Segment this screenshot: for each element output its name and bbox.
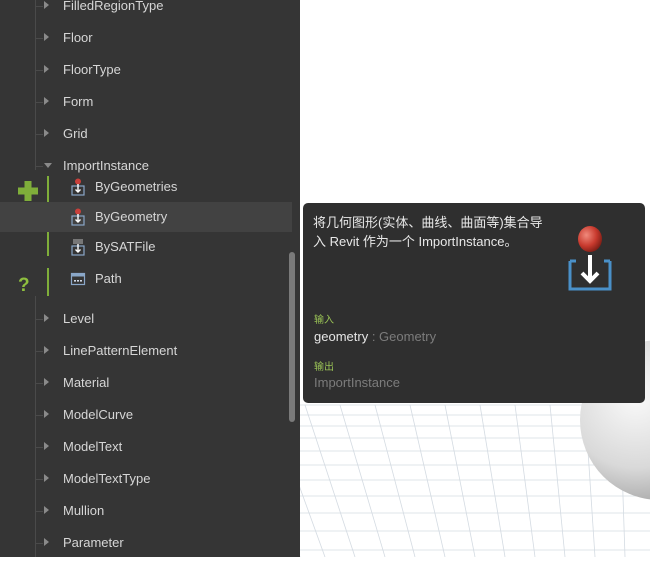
node-create-icon	[71, 178, 85, 196]
node-item-path[interactable]: Path	[0, 264, 292, 294]
node-description: 将几何图形(实体、曲线、曲面等)集合导入 Revit 作为一个 ImportIn…	[313, 215, 543, 249]
library-item-label: Material	[63, 375, 110, 390]
input-port-name: geometry	[314, 329, 369, 344]
library-item-label: Floor	[63, 30, 93, 45]
library-item-label: ImportInstance	[63, 158, 149, 173]
output-port: ImportInstance	[314, 375, 400, 390]
chevron-right-icon[interactable]	[44, 378, 49, 386]
outputs-section-title: 输出	[314, 362, 334, 373]
chevron-right-icon[interactable]	[44, 129, 49, 137]
library-item-label: FilledRegionType	[63, 0, 164, 13]
library-item-floortype[interactable]: FloorType	[0, 55, 292, 85]
node-item-bygeometry[interactable]: ByGeometry	[0, 202, 292, 232]
library-item-label: ModelText	[63, 439, 123, 454]
library-panel: FilledRegionType Floor FloorType Form Gr…	[0, 0, 300, 557]
chevron-right-icon[interactable]	[44, 442, 49, 450]
node-create-icon	[71, 208, 85, 226]
chevron-right-icon[interactable]	[44, 314, 49, 322]
chevron-right-icon[interactable]	[44, 33, 49, 41]
library-item-linepatternelement[interactable]: LinePatternElement	[0, 336, 292, 366]
library-item-label: ModelCurve	[63, 407, 134, 422]
node-item-label: Path	[95, 271, 122, 286]
chevron-right-icon[interactable]	[44, 65, 49, 73]
library-item-label: ModelTextType	[63, 471, 151, 486]
library-item-label: LinePatternElement	[63, 343, 178, 358]
library-item-mullion[interactable]: Mullion	[0, 496, 292, 526]
chevron-right-icon[interactable]	[44, 474, 49, 482]
node-item-label: BySATFile	[95, 239, 156, 254]
node-item-bysatfile[interactable]: BySATFile	[0, 232, 292, 262]
library-item-floor[interactable]: Floor	[0, 23, 292, 53]
library-item-label: Parameter	[63, 535, 124, 550]
library-item-label: Form	[63, 94, 94, 109]
chevron-right-icon[interactable]	[44, 538, 49, 546]
library-item-modelcurve[interactable]: ModelCurve	[0, 400, 292, 430]
library-item-level[interactable]: Level	[0, 304, 292, 334]
library-item-parameter[interactable]: Parameter	[0, 528, 292, 557]
query-path-icon	[70, 272, 86, 286]
sat-file-node-icon	[71, 239, 85, 256]
library-item-modeltexttype[interactable]: ModelTextType	[0, 464, 292, 494]
library-item-material[interactable]: Material	[0, 368, 292, 398]
import-geometry-icon	[568, 226, 612, 291]
chevron-right-icon[interactable]	[44, 1, 49, 9]
library-scrollbar[interactable]	[289, 252, 295, 422]
input-port-type: Geometry	[379, 329, 437, 344]
library-item-form[interactable]: Form	[0, 87, 292, 117]
node-item-label: ByGeometry	[95, 209, 168, 224]
inputs-section-title: 输入	[314, 315, 334, 326]
library-item-label: Level	[63, 311, 95, 326]
node-item-bygeometries[interactable]: ByGeometries	[0, 172, 292, 202]
input-port: geometry : Geometry	[314, 329, 436, 344]
input-port-separator: :	[368, 329, 380, 344]
library-item-modeltext[interactable]: ModelText	[0, 432, 292, 462]
library-item-label: FloorType	[63, 62, 121, 77]
chevron-right-icon[interactable]	[44, 97, 49, 105]
library-item-label: Mullion	[63, 503, 105, 518]
chevron-down-icon[interactable]	[44, 163, 52, 168]
node-item-label: ByGeometries	[95, 179, 178, 194]
chevron-right-icon[interactable]	[44, 506, 49, 514]
node-tooltip: 将几何图形(实体、曲线、曲面等)集合导入 Revit 作为一个 ImportIn…	[303, 203, 645, 403]
library-item-label: Grid	[63, 126, 88, 141]
library-item-filledregiontype[interactable]: FilledRegionType	[0, 0, 292, 21]
chevron-right-icon[interactable]	[44, 346, 49, 354]
chevron-right-icon[interactable]	[44, 410, 49, 418]
library-item-grid[interactable]: Grid	[0, 119, 292, 149]
